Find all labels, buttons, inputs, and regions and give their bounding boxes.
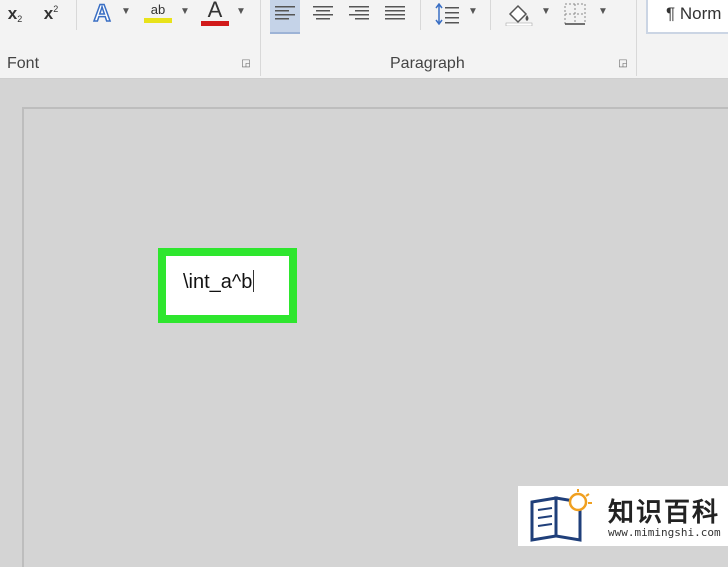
align-left-icon	[275, 6, 295, 20]
line-spacing-dropdown-icon[interactable]: ▼	[468, 6, 478, 17]
font-color-bar	[201, 21, 229, 26]
highlight-color-button[interactable]: ab	[142, 0, 174, 28]
superscript-label: x	[43, 4, 54, 23]
align-right-button[interactable]	[344, 0, 374, 32]
highlighter-icon: ab	[150, 1, 166, 17]
style-normal[interactable]: ¶ Norm	[646, 0, 728, 34]
font-color-dropdown-icon[interactable]: ▼	[236, 6, 246, 17]
shading-button[interactable]	[502, 0, 536, 28]
highlight-color-bar	[144, 17, 172, 23]
text-effects-button[interactable]: A	[88, 0, 116, 28]
watermark-title: 知识百科	[608, 498, 721, 528]
watermark-url: www.mimingshi.com	[608, 526, 721, 539]
align-right-icon	[349, 6, 369, 20]
paragraph-dialog-launcher-icon[interactable]: ◲	[617, 58, 629, 70]
ribbon: x2 x2 A ▼ ab ▼ A ▼ Font ◲ ▼ ▼ ▼ Paragrap…	[0, 0, 728, 79]
separator	[420, 0, 421, 30]
book-lightbulb-logo-icon	[530, 489, 592, 542]
superscript-mark: 2	[53, 4, 59, 14]
equation-textbox[interactable]: \int_a^b	[166, 256, 289, 315]
separator	[490, 0, 491, 30]
paragraph-group-label: Paragraph	[390, 55, 465, 72]
borders-icon	[564, 3, 586, 25]
justify-button[interactable]	[380, 0, 410, 32]
equation-text-wrapper: \int_a^b	[183, 270, 255, 294]
font-dialog-launcher-icon[interactable]: ◲	[240, 58, 252, 70]
shading-dropdown-icon[interactable]: ▼	[541, 6, 551, 17]
text-cursor	[253, 270, 255, 292]
justify-icon	[385, 6, 405, 20]
line-spacing-icon	[435, 3, 459, 25]
font-color-icon: A	[207, 0, 223, 22]
style-normal-label: ¶ Norm	[666, 4, 722, 23]
font-color-button[interactable]: A	[200, 0, 230, 28]
align-center-button[interactable]	[308, 0, 338, 32]
equation-text: \int_a^b	[183, 271, 253, 293]
subscript-label: x	[7, 4, 18, 23]
align-center-icon	[313, 6, 333, 20]
subscript-button[interactable]: x2	[2, 0, 28, 28]
superscript-button[interactable]: x2	[38, 0, 64, 28]
text-effects-icon: A	[93, 0, 112, 28]
group-separator	[636, 0, 637, 76]
watermark: 知识百科 www.mimingshi.com	[518, 486, 728, 546]
borders-dropdown-icon[interactable]: ▼	[598, 6, 608, 17]
group-separator	[260, 0, 261, 76]
borders-button[interactable]	[562, 0, 588, 28]
separator	[76, 0, 77, 30]
text-effects-dropdown-icon[interactable]: ▼	[121, 6, 131, 17]
highlight-color-dropdown-icon[interactable]: ▼	[180, 6, 190, 17]
align-left-button[interactable]	[270, 0, 300, 34]
paint-bucket-icon	[505, 4, 533, 26]
subscript-mark: 2	[17, 14, 23, 24]
line-spacing-button[interactable]	[432, 0, 462, 28]
font-group-label: Font	[7, 55, 40, 72]
